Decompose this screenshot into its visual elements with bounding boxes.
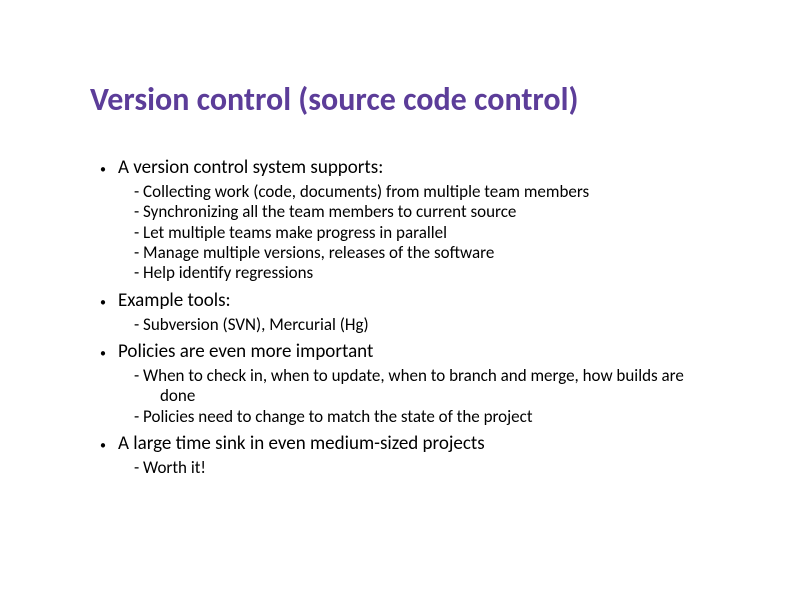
sub-list: - Collecting work (code, documents) from…: [134, 182, 722, 284]
bullet-item: • A large time sink in even medium-sized…: [100, 433, 722, 456]
sub-item: - Collecting work (code, documents) from…: [134, 182, 722, 202]
bullet-marker: •: [100, 439, 118, 453]
sub-item: - Synchronizing all the team members to …: [134, 202, 722, 222]
sub-list: - Worth it!: [134, 458, 722, 478]
bullet-marker: •: [100, 347, 118, 361]
sub-item: - Subversion (SVN), Mercurial (Hg): [134, 315, 722, 335]
slide-container: Version control (source code control) • …: [0, 0, 792, 524]
sub-item: - When to check in, when to update, when…: [134, 366, 722, 407]
bullet-text: Example tools:: [118, 290, 231, 313]
bullet-item: • A version control system supports:: [100, 157, 722, 180]
bullet-marker: •: [100, 296, 118, 310]
bullet-item: • Example tools:: [100, 290, 722, 313]
slide-content: • A version control system supports: - C…: [100, 157, 722, 478]
sub-list: - When to check in, when to update, when…: [134, 366, 722, 427]
sub-item: - Let multiple teams make progress in pa…: [134, 223, 722, 243]
bullet-text: Policies are even more important: [118, 341, 373, 364]
sub-item: - Manage multiple versions, releases of …: [134, 243, 722, 263]
bullet-text: A version control system supports:: [118, 157, 383, 180]
sub-list: - Subversion (SVN), Mercurial (Hg): [134, 315, 722, 335]
sub-item: - Policies need to change to match the s…: [134, 407, 722, 427]
slide-title: Version control (source code control): [90, 80, 722, 119]
bullet-item: • Policies are even more important: [100, 341, 722, 364]
sub-item: - Worth it!: [134, 458, 722, 478]
sub-item: - Help identify regressions: [134, 263, 722, 283]
bullet-text: A large time sink in even medium-sized p…: [118, 433, 485, 456]
bullet-marker: •: [100, 163, 118, 177]
